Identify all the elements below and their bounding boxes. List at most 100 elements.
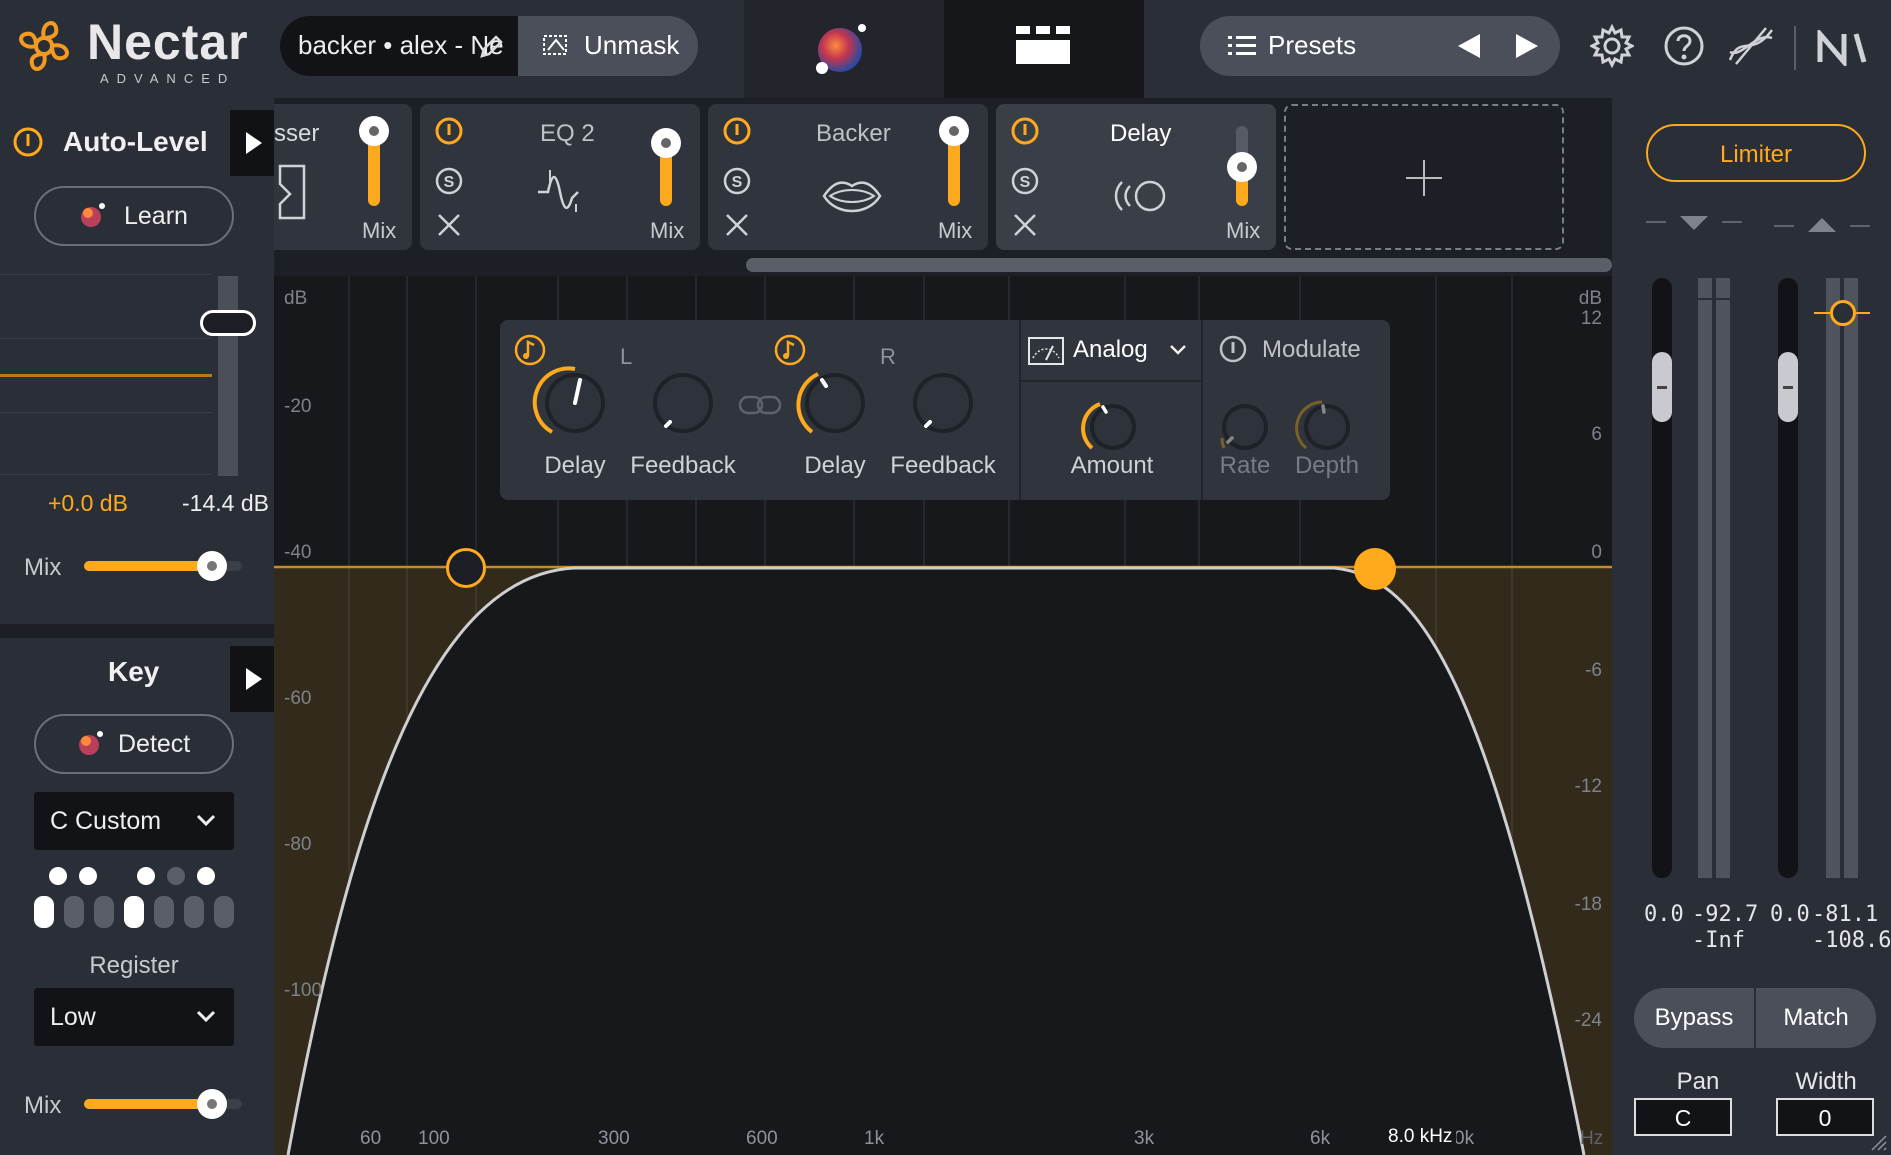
modulate-power-icon[interactable] bbox=[1218, 334, 1248, 364]
presets-button[interactable]: Presets bbox=[1268, 30, 1356, 61]
delay-mode-dropdown[interactable]: Analog bbox=[1021, 320, 1201, 380]
nectar-logo[interactable]: Nectar ADVANCED bbox=[10, 10, 260, 86]
right-delay-label: Delay bbox=[804, 452, 866, 479]
db-unit-left: dB bbox=[284, 288, 308, 309]
relay-icon[interactable] bbox=[1726, 24, 1776, 68]
presets-bar: Presets bbox=[1200, 16, 1560, 76]
match-button[interactable]: Match bbox=[1756, 988, 1876, 1048]
mix-fader-knob[interactable] bbox=[651, 128, 681, 158]
scale-value: C Custom bbox=[50, 807, 162, 835]
section-divider bbox=[1201, 320, 1203, 500]
db-label-right: -12 bbox=[1574, 776, 1602, 797]
mix-fader-knob[interactable] bbox=[359, 116, 389, 146]
assistant-orb-icon[interactable] bbox=[812, 18, 872, 78]
pan-field[interactable]: C bbox=[1634, 1098, 1732, 1136]
power-icon[interactable] bbox=[1010, 116, 1040, 146]
left-channel-label: L bbox=[620, 344, 633, 369]
play-icon bbox=[246, 132, 262, 154]
auto-level-title: Auto-Level bbox=[63, 126, 208, 157]
plus-icon bbox=[1406, 160, 1442, 196]
right-feedback-label: Feedback bbox=[890, 452, 996, 479]
chevron-down-icon bbox=[1170, 345, 1186, 355]
right-delay-knob[interactable] bbox=[792, 360, 878, 446]
output-fader-handle[interactable] bbox=[1778, 352, 1798, 422]
output-panel: Limiter 0.0 -92.7 -Inf 0.0 -81.1 -108.6 bbox=[1612, 98, 1891, 1155]
freq-label: 60 bbox=[360, 1128, 382, 1149]
link-icon[interactable] bbox=[738, 394, 782, 416]
auto-level-mix-label: Mix bbox=[24, 554, 62, 581]
module-scrollbar[interactable] bbox=[746, 258, 1612, 272]
resize-grip-icon[interactable] bbox=[1868, 1132, 1888, 1152]
toolbar-divider bbox=[1794, 26, 1796, 70]
limiter-label: Limiter bbox=[1719, 141, 1792, 168]
depth-label: Depth bbox=[1294, 452, 1360, 479]
module-eq2[interactable]: S EQ 2 Mix bbox=[420, 104, 700, 250]
unmask-button[interactable]: Unmask bbox=[518, 16, 698, 76]
bypass-button[interactable]: Bypass bbox=[1634, 988, 1754, 1048]
add-module-slot[interactable] bbox=[1284, 104, 1564, 250]
match-label: Match bbox=[1783, 1004, 1849, 1031]
modulate-label: Modulate bbox=[1262, 336, 1361, 363]
next-preset-icon[interactable] bbox=[1514, 32, 1540, 60]
input-gain-value: 0.0 bbox=[1644, 902, 1684, 927]
mix-label: Mix bbox=[362, 218, 397, 243]
gear-icon[interactable] bbox=[1590, 24, 1634, 68]
mix-label: Mix bbox=[650, 218, 685, 243]
right-feedback-knob[interactable] bbox=[900, 360, 986, 446]
detect-button[interactable]: Detect bbox=[34, 714, 234, 774]
key-mix-slider[interactable] bbox=[84, 1088, 242, 1120]
register-value: Low bbox=[50, 1003, 96, 1031]
limiter-threshold-handle[interactable] bbox=[1830, 300, 1856, 326]
module-grid-icon[interactable] bbox=[1016, 24, 1072, 68]
unmask-icon bbox=[543, 35, 567, 55]
key-expand-button[interactable] bbox=[230, 646, 274, 712]
pan-label: Pan bbox=[1676, 1068, 1720, 1095]
auto-level-mix-slider[interactable] bbox=[84, 550, 242, 582]
db-label-right: 12 bbox=[1580, 308, 1602, 329]
output-meter-arrow-icon bbox=[1774, 218, 1870, 232]
mix-fader-knob[interactable] bbox=[939, 116, 969, 146]
learn-button[interactable]: Learn bbox=[34, 186, 234, 246]
db-label-right: 0 bbox=[1591, 542, 1602, 563]
auto-level-power-icon[interactable] bbox=[12, 126, 44, 158]
input-fader-handle[interactable] bbox=[1652, 352, 1672, 422]
eq-curve-icon bbox=[538, 170, 579, 212]
auto-level-expand-button[interactable] bbox=[230, 110, 274, 176]
help-icon[interactable] bbox=[1662, 24, 1706, 68]
meter-tick bbox=[1698, 298, 1730, 300]
low-cut-node[interactable] bbox=[446, 548, 486, 588]
preset-name-text: backer • alex - Ne bbox=[298, 30, 504, 60]
output-gain-value: 0.0 bbox=[1770, 902, 1810, 927]
piano-keys-icon[interactable] bbox=[34, 862, 234, 932]
bypass-label: Bypass bbox=[1654, 1004, 1734, 1031]
nectar-flower-icon bbox=[19, 21, 69, 71]
native-instruments-icon[interactable] bbox=[1816, 30, 1872, 66]
pencil-icon[interactable] bbox=[478, 34, 504, 60]
db-label-right: -6 bbox=[1585, 660, 1602, 681]
module-delay[interactable]: S Delay Mix bbox=[996, 104, 1276, 250]
limiter-button[interactable]: Limiter bbox=[1646, 124, 1866, 182]
close-icon[interactable] bbox=[724, 212, 750, 238]
close-icon[interactable] bbox=[1012, 212, 1038, 238]
width-field[interactable]: 0 bbox=[1776, 1098, 1874, 1136]
left-feedback-knob[interactable] bbox=[640, 360, 726, 446]
solo-icon[interactable]: S bbox=[1010, 166, 1040, 196]
power-icon[interactable] bbox=[722, 116, 752, 146]
power-icon[interactable] bbox=[434, 116, 464, 146]
solo-label: S bbox=[1020, 174, 1031, 191]
close-icon[interactable] bbox=[436, 212, 462, 238]
mix-label: Mix bbox=[938, 218, 973, 243]
previous-preset-icon[interactable] bbox=[1456, 32, 1482, 60]
solo-icon[interactable]: S bbox=[722, 166, 752, 196]
scale-dropdown[interactable]: C Custom bbox=[34, 792, 234, 850]
level-value: -14.4 dB bbox=[182, 490, 269, 516]
module-deesser[interactable]: sser Mix bbox=[274, 104, 412, 250]
target-level-handle[interactable] bbox=[200, 310, 256, 336]
module-backer[interactable]: S Backer Mix bbox=[708, 104, 988, 250]
solo-icon[interactable]: S bbox=[434, 166, 464, 196]
output-meter-left bbox=[1826, 278, 1840, 878]
left-delay-knob[interactable] bbox=[532, 360, 618, 446]
register-dropdown[interactable]: Low bbox=[34, 988, 234, 1046]
high-cut-node[interactable] bbox=[1354, 548, 1396, 590]
mix-fader-knob[interactable] bbox=[1227, 152, 1257, 182]
